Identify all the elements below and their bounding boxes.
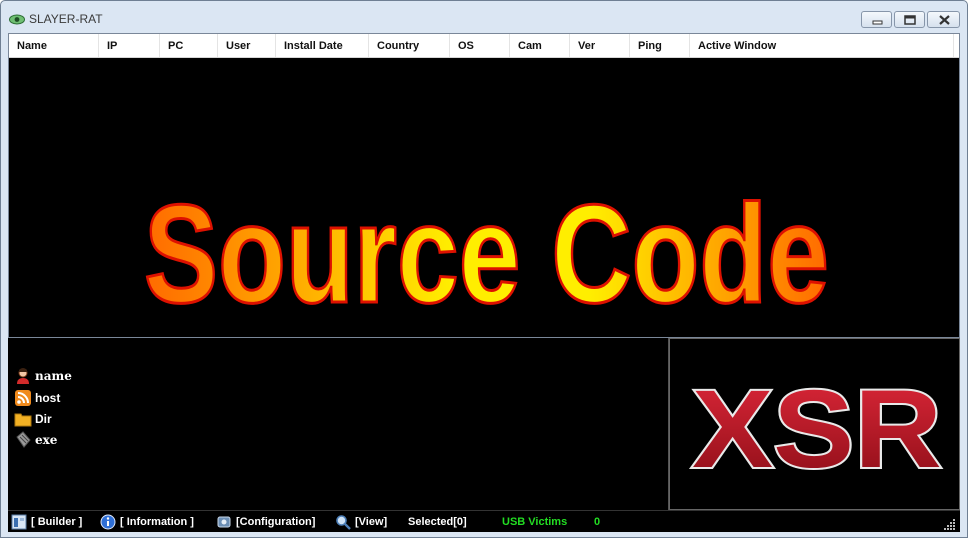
window-title: SLAYER-RAT (29, 12, 103, 26)
column-header-country[interactable]: Country (369, 34, 450, 57)
resize-grip-icon[interactable] (944, 518, 956, 530)
close-button[interactable] (927, 11, 960, 28)
detail-label-dir: Dir (35, 412, 52, 426)
title-bar[interactable]: SLAYER-RAT (1, 1, 967, 33)
settings-icon (216, 514, 232, 530)
information-button[interactable]: [ Information ] (100, 511, 194, 533)
column-header-user[interactable]: User (218, 34, 276, 57)
builder-label: [ Builder ] (31, 516, 83, 528)
maximize-icon (904, 15, 916, 25)
close-icon (939, 15, 950, 25)
eye-icon (9, 12, 25, 25)
table-header: Name IP PC User Install Date Country OS … (9, 34, 959, 58)
column-header-os[interactable]: OS (450, 34, 510, 57)
usb-victims-count: 0 (594, 516, 601, 528)
view-button[interactable]: [View] (335, 511, 387, 533)
details-panel: name host Dir exe (8, 338, 669, 510)
maximize-button[interactable] (894, 11, 925, 28)
selected-count: Selected[0] (408, 516, 467, 528)
clients-table[interactable]: Name IP PC User Install Date Country OS … (8, 33, 960, 338)
column-header-install-date[interactable]: Install Date (276, 34, 369, 57)
column-header-name[interactable]: Name (9, 34, 99, 57)
detail-label-host: host (35, 391, 61, 405)
view-label: [View] (355, 516, 388, 528)
column-header-ver[interactable]: Ver (570, 34, 630, 57)
status-bar: [ Builder ] [ Information ] [Configurati… (8, 510, 960, 532)
main-window: SLAYER-RAT Name IP PC User Install Date … (0, 0, 968, 538)
configuration-label: [Configuration] (236, 516, 316, 528)
usb-victims-label: USB Victims (502, 516, 568, 528)
detail-label-name: name (35, 369, 72, 383)
column-header-ping[interactable]: Ping (630, 34, 690, 57)
column-header-cam[interactable]: Cam (510, 34, 570, 57)
file-icon (14, 431, 32, 449)
detail-label-exe: exe (35, 433, 58, 447)
folder-icon (14, 410, 32, 428)
detail-item-host: host (14, 388, 60, 408)
banner-text: Source Code (144, 175, 829, 332)
information-label: [ Information ] (120, 516, 194, 528)
minimize-button[interactable] (861, 11, 892, 28)
logo-panel: XSR (669, 338, 960, 510)
detail-item-name: name (14, 366, 72, 386)
user-icon (14, 367, 32, 385)
column-header-ip[interactable]: IP (99, 34, 160, 57)
detail-item-exe: exe (14, 430, 57, 450)
column-header-active-window[interactable]: Active Window (690, 34, 954, 57)
builder-icon (11, 514, 27, 530)
xsr-logo: XSR (690, 366, 944, 493)
minimize-icon (872, 20, 883, 25)
source-code-banner: Source Code (143, 174, 831, 334)
info-icon (100, 514, 116, 530)
builder-button[interactable]: [ Builder ] (11, 511, 82, 533)
configuration-button[interactable]: [Configuration] (216, 511, 315, 533)
rss-icon (14, 389, 32, 407)
detail-item-dir: Dir (14, 409, 52, 429)
column-header-pc[interactable]: PC (160, 34, 218, 57)
magnifier-icon (335, 514, 351, 530)
logo-text: XSR (692, 368, 942, 491)
